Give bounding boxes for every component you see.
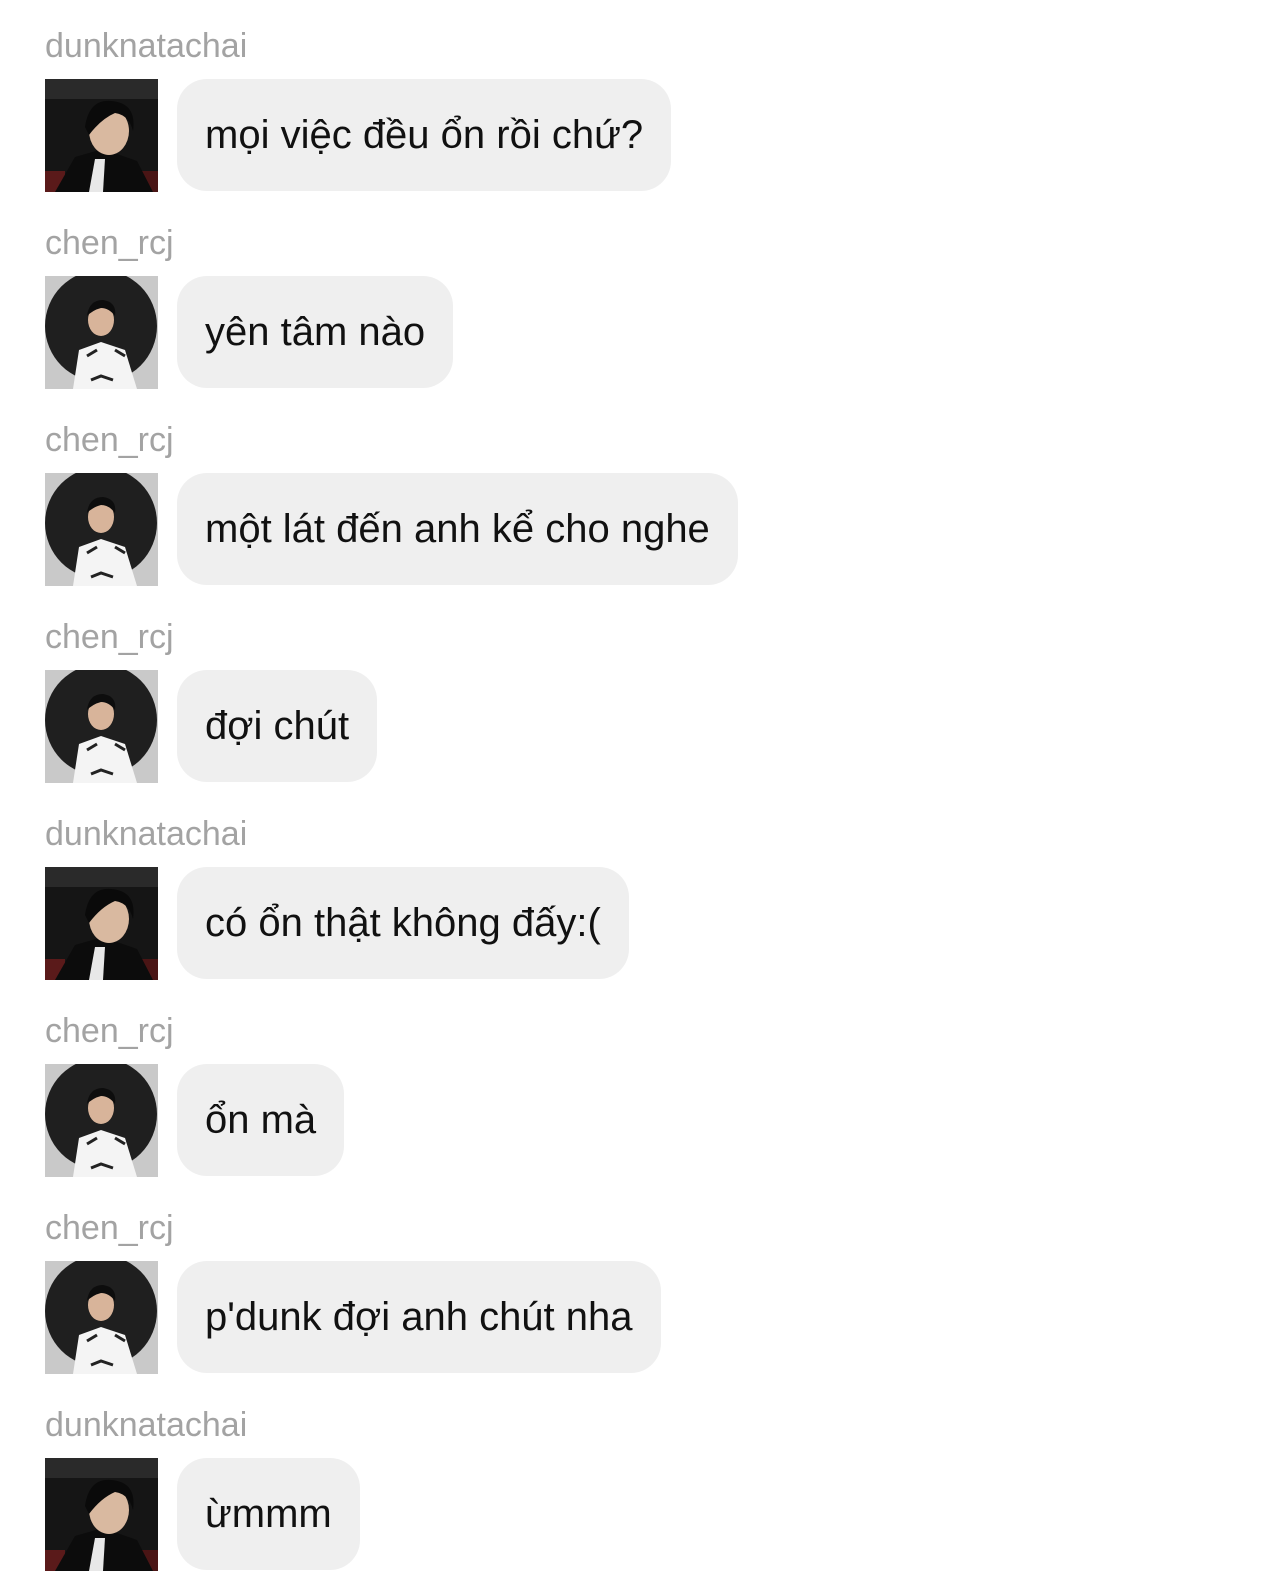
avatar[interactable] — [45, 670, 158, 783]
message-sender-name[interactable]: chen_rcj — [45, 1011, 174, 1051]
message-row: chen_rcj một lát đến anh kể cho nghe — [45, 394, 1245, 591]
message-row: chen_rcj đợi chút — [45, 591, 1245, 788]
message-text: mọi việc đều ổn rồi chứ? — [205, 113, 644, 157]
message-sender-name[interactable]: chen_rcj — [45, 420, 174, 460]
message-text: đợi chút — [205, 704, 350, 748]
message-bubble[interactable]: ổn mà — [177, 1064, 345, 1176]
message-row: chen_rcj yên tâm nào — [45, 197, 1245, 394]
message-sender-name[interactable]: dunknatachai — [45, 814, 247, 854]
message-sender-name[interactable]: dunknatachai — [45, 26, 247, 66]
avatar[interactable] — [45, 867, 158, 980]
message-text: có ổn thật không đấy:( — [205, 901, 601, 945]
message-sender-name[interactable]: dunknatachai — [45, 1405, 247, 1445]
message-text: ổn mà — [205, 1098, 317, 1142]
message-row: chen_rcj ổn mà — [45, 985, 1245, 1182]
message-text: yên tâm nào — [205, 310, 426, 354]
message-sender-name[interactable]: chen_rcj — [45, 223, 174, 263]
message-bubble[interactable]: ừmmm — [177, 1458, 360, 1570]
avatar[interactable] — [45, 473, 158, 586]
message-row: chen_rcj p'dunk đợi anh chút nha — [45, 1182, 1245, 1379]
message-bubble[interactable]: p'dunk đợi anh chút nha — [177, 1261, 661, 1373]
chat-thread: dunknatachai mọi việc đều ổn rồi chứ? ch… — [0, 0, 1284, 1570]
avatar[interactable] — [45, 276, 158, 389]
message-text: một lát đến anh kể cho nghe — [205, 507, 710, 551]
message-row: dunknatachai có ổn thật không đấy:( — [45, 788, 1245, 985]
message-row: dunknatachai ừmmm — [45, 1379, 1245, 1576]
message-bubble[interactable]: yên tâm nào — [177, 276, 454, 388]
message-bubble[interactable]: có ổn thật không đấy:( — [177, 867, 629, 979]
message-sender-name[interactable]: chen_rcj — [45, 617, 174, 657]
message-row: dunknatachai mọi việc đều ổn rồi chứ? — [45, 0, 1245, 197]
message-text: p'dunk đợi anh chút nha — [205, 1295, 633, 1339]
avatar[interactable] — [45, 1261, 158, 1374]
message-text: ừmmm — [205, 1492, 332, 1536]
message-bubble[interactable]: mọi việc đều ổn rồi chứ? — [177, 79, 672, 191]
message-bubble[interactable]: một lát đến anh kể cho nghe — [177, 473, 738, 585]
message-sender-name[interactable]: chen_rcj — [45, 1208, 174, 1248]
avatar[interactable] — [45, 1458, 158, 1571]
avatar[interactable] — [45, 79, 158, 192]
message-bubble[interactable]: đợi chút — [177, 670, 378, 782]
avatar[interactable] — [45, 1064, 158, 1177]
